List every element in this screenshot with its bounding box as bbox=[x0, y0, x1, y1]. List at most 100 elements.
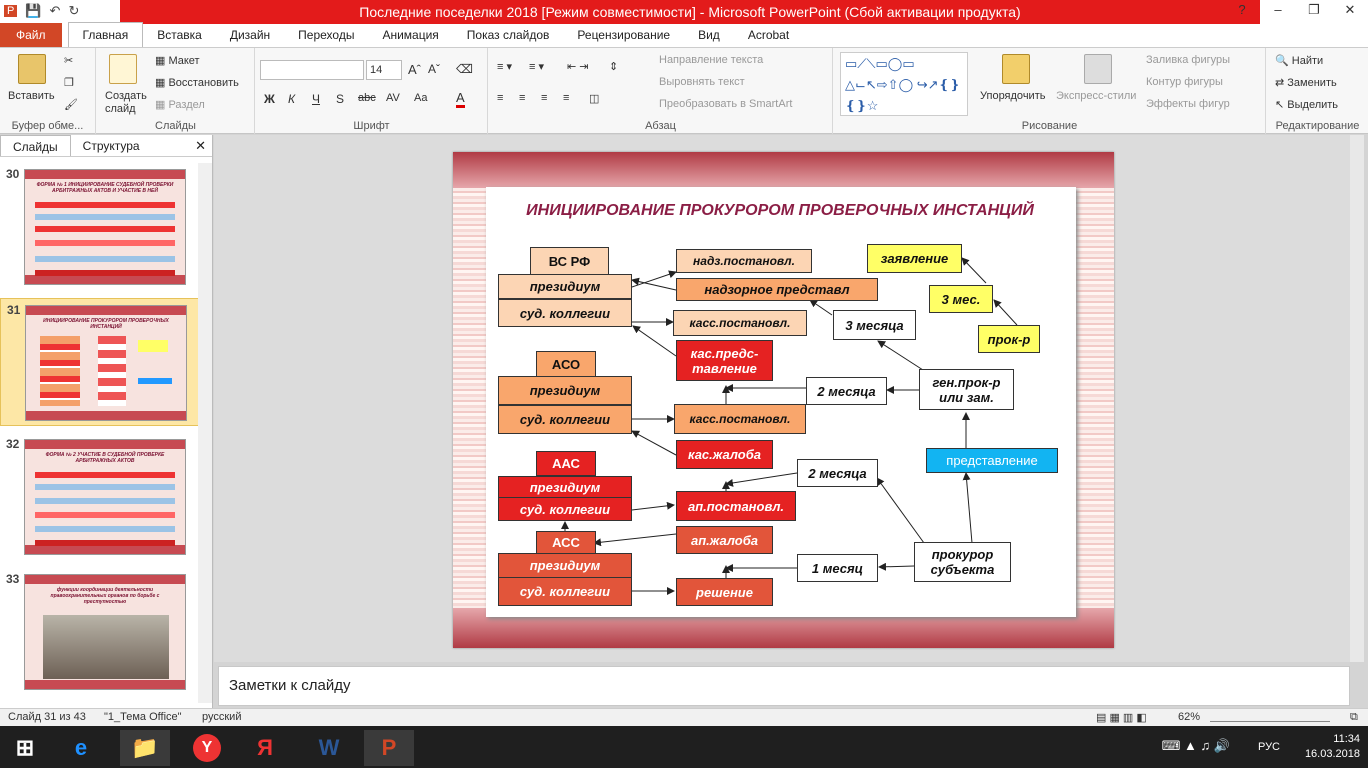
find-button[interactable]: 🔍 Найти bbox=[1275, 54, 1323, 67]
shadow-button[interactable]: S bbox=[336, 92, 344, 106]
shape-effects-button[interactable]: Эффекты фигур bbox=[1146, 98, 1230, 110]
box-sud-3[interactable]: суд. коллегии bbox=[498, 497, 632, 521]
copy-icon[interactable]: ❐ bbox=[64, 76, 74, 89]
slide-thumb-31[interactable]: 31 ИНИЦИИРОВАНИЕ ПРОКУРОРОМ ПРОВЕРОЧНЫХ … bbox=[0, 298, 200, 426]
tab-acrobat[interactable]: Acrobat bbox=[734, 23, 803, 47]
box-ass[interactable]: АСС bbox=[536, 531, 596, 554]
box-reshenie[interactable]: решение bbox=[676, 578, 773, 606]
tab-slides[interactable]: Слайды bbox=[0, 135, 71, 156]
tab-file[interactable]: Файл bbox=[0, 23, 62, 47]
box-sud-1[interactable]: суд. коллегии bbox=[498, 299, 632, 327]
clock-time[interactable]: 11:34 bbox=[1305, 732, 1360, 747]
box-prok-r[interactable]: прок-р bbox=[978, 325, 1040, 353]
box-sud-2[interactable]: суд. коллегии bbox=[498, 405, 632, 434]
thumbs-scrollbar[interactable] bbox=[198, 163, 212, 703]
close-panel-icon[interactable]: ✕ bbox=[195, 138, 206, 154]
box-nadz-pred[interactable]: надзорное представл bbox=[676, 278, 878, 301]
bullets-icon[interactable]: ≡ ▾ bbox=[497, 60, 512, 73]
new-slide-icon[interactable] bbox=[109, 54, 137, 84]
align-text-button[interactable]: Выровнять текст bbox=[659, 76, 745, 88]
tab-slideshow[interactable]: Показ слайдов bbox=[453, 23, 564, 47]
zoom-level[interactable]: 62% bbox=[1178, 711, 1200, 723]
yandex-icon[interactable]: Я bbox=[240, 730, 290, 766]
normal-view-icon[interactable]: ▤ ▦ ▥ ◧ bbox=[1096, 711, 1147, 724]
quick-styles-button[interactable]: Экспресс-стили bbox=[1056, 90, 1136, 102]
zoom-slider[interactable] bbox=[1210, 713, 1330, 722]
canvas-scrollbar[interactable] bbox=[1350, 135, 1364, 662]
redo-icon[interactable]: ↻ bbox=[68, 3, 79, 19]
yandex-browser-icon[interactable]: Y bbox=[182, 730, 232, 766]
box-nadz-post[interactable]: надз.постановл. bbox=[676, 249, 812, 273]
cut-icon[interactable]: ✂ bbox=[64, 54, 73, 67]
font-size-select[interactable]: 14 bbox=[366, 60, 402, 80]
shrink-font-icon[interactable]: Aˇ bbox=[428, 62, 440, 76]
box-kas-zhal[interactable]: кас.жалоба bbox=[676, 440, 773, 469]
justify-icon[interactable]: ≡ bbox=[563, 92, 569, 104]
align-right-icon[interactable]: ≡ bbox=[541, 92, 547, 104]
maximize-button[interactable]: ❐ bbox=[1296, 0, 1332, 22]
box-1-mesyats[interactable]: 1 месяц bbox=[797, 554, 878, 582]
align-center-icon[interactable]: ≡ bbox=[519, 92, 525, 104]
layout-button[interactable]: ▦ Макет bbox=[155, 54, 200, 67]
replace-button[interactable]: ⇄ Заменить bbox=[1275, 76, 1337, 89]
notes-pane[interactable]: Заметки к слайду bbox=[218, 666, 1350, 706]
tray-icons[interactable]: ⌨ ▲ ♫ 🔊 bbox=[1162, 738, 1230, 753]
underline-button[interactable]: Ч bbox=[312, 92, 320, 106]
format-painter-icon[interactable]: 🖌 bbox=[64, 98, 78, 111]
slide-title[interactable]: ИНИЦИИРОВАНИЕ ПРОКУРОРОМ ПРОВЕРОЧНЫХ ИНС… bbox=[500, 201, 1060, 220]
box-presidium-4[interactable]: президиум bbox=[498, 553, 632, 578]
input-language[interactable]: РУС bbox=[1258, 740, 1280, 755]
box-aas[interactable]: ААС bbox=[536, 451, 596, 476]
columns-icon[interactable]: ◫ bbox=[589, 92, 599, 105]
spacing-button[interactable]: AV bbox=[386, 92, 400, 104]
tab-review[interactable]: Рецензирование bbox=[563, 23, 684, 47]
undo-icon[interactable]: ↶ bbox=[50, 3, 61, 19]
clear-format-icon[interactable]: ⌫ bbox=[456, 62, 473, 76]
box-vs-rf[interactable]: ВС РФ bbox=[530, 247, 609, 275]
select-button[interactable]: ↖ Выделить bbox=[1275, 98, 1338, 111]
box-presidium-2[interactable]: президиум bbox=[498, 376, 632, 405]
section-button[interactable]: ▦ Раздел bbox=[155, 98, 205, 111]
theme-name[interactable]: "1_Тема Office" bbox=[104, 711, 182, 723]
slide-thumb-30[interactable]: 30 ФОРМА № 1 ИНИЦИИРОВАНИЕ СУДЕБНОЙ ПРОВ… bbox=[0, 163, 200, 291]
align-left-icon[interactable]: ≡ bbox=[497, 92, 503, 104]
case-button[interactable]: Aa bbox=[414, 92, 427, 104]
tab-animation[interactable]: Анимация bbox=[368, 23, 452, 47]
box-kass-post-1[interactable]: касс.постановл. bbox=[673, 310, 807, 336]
box-sud-4[interactable]: суд. коллегии bbox=[498, 577, 632, 606]
tab-home[interactable]: Главная bbox=[67, 22, 144, 47]
grow-font-icon[interactable]: Aˆ bbox=[408, 62, 421, 77]
box-prok-subj[interactable]: прокурор субъекта bbox=[914, 542, 1011, 582]
box-ap-zhal[interactable]: ап.жалоба bbox=[676, 526, 773, 554]
help-icon[interactable]: ? bbox=[1224, 0, 1260, 22]
box-3-mesyatsa[interactable]: 3 месяца bbox=[833, 310, 916, 340]
explorer-icon[interactable]: 📁 bbox=[120, 730, 170, 766]
box-zayavlenie[interactable]: заявление bbox=[867, 244, 962, 273]
font-color-button[interactable]: A bbox=[456, 90, 465, 108]
box-2-mesyatsa-2[interactable]: 2 месяца bbox=[797, 459, 878, 487]
minimize-button[interactable]: – bbox=[1260, 0, 1296, 22]
ie-icon[interactable]: e bbox=[56, 730, 106, 766]
quick-styles-icon[interactable] bbox=[1084, 54, 1112, 84]
paste-icon[interactable] bbox=[18, 54, 46, 84]
close-button[interactable]: ✕ bbox=[1332, 0, 1368, 22]
indent-icon[interactable]: ⇤ ⇥ bbox=[567, 60, 589, 73]
word-icon[interactable]: W bbox=[304, 730, 354, 766]
box-2-mesyatsa-1[interactable]: 2 месяца bbox=[806, 377, 887, 405]
line-spacing-icon[interactable]: ⇕ bbox=[609, 60, 618, 73]
box-presidium-3[interactable]: президиум bbox=[498, 476, 632, 498]
slide-thumb-32[interactable]: 32 ФОРМА № 2 УЧАСТИЕ В СУДЕБНОЙ ПРОВЕРКЕ… bbox=[0, 433, 200, 561]
text-direction-button[interactable]: Направление текста bbox=[659, 54, 763, 66]
reset-button[interactable]: ▦ Восстановить bbox=[155, 76, 239, 89]
box-gen-prok[interactable]: ген.прок-р или зам. bbox=[919, 369, 1014, 410]
box-kas-pred[interactable]: кас.предс-тавление bbox=[676, 340, 773, 381]
save-icon[interactable]: 💾 bbox=[25, 3, 41, 19]
new-slide-button[interactable]: Создать слайд bbox=[105, 90, 149, 116]
tab-design[interactable]: Дизайн bbox=[216, 23, 284, 47]
tab-insert[interactable]: Вставка bbox=[143, 23, 216, 47]
language-indicator[interactable]: русский bbox=[202, 711, 241, 723]
numbering-icon[interactable]: ≡ ▾ bbox=[529, 60, 544, 73]
windows-start-icon[interactable]: ⊞ bbox=[0, 730, 50, 766]
fit-slide-icon[interactable]: ⧉ bbox=[1350, 711, 1358, 724]
tab-view[interactable]: Вид bbox=[684, 23, 734, 47]
